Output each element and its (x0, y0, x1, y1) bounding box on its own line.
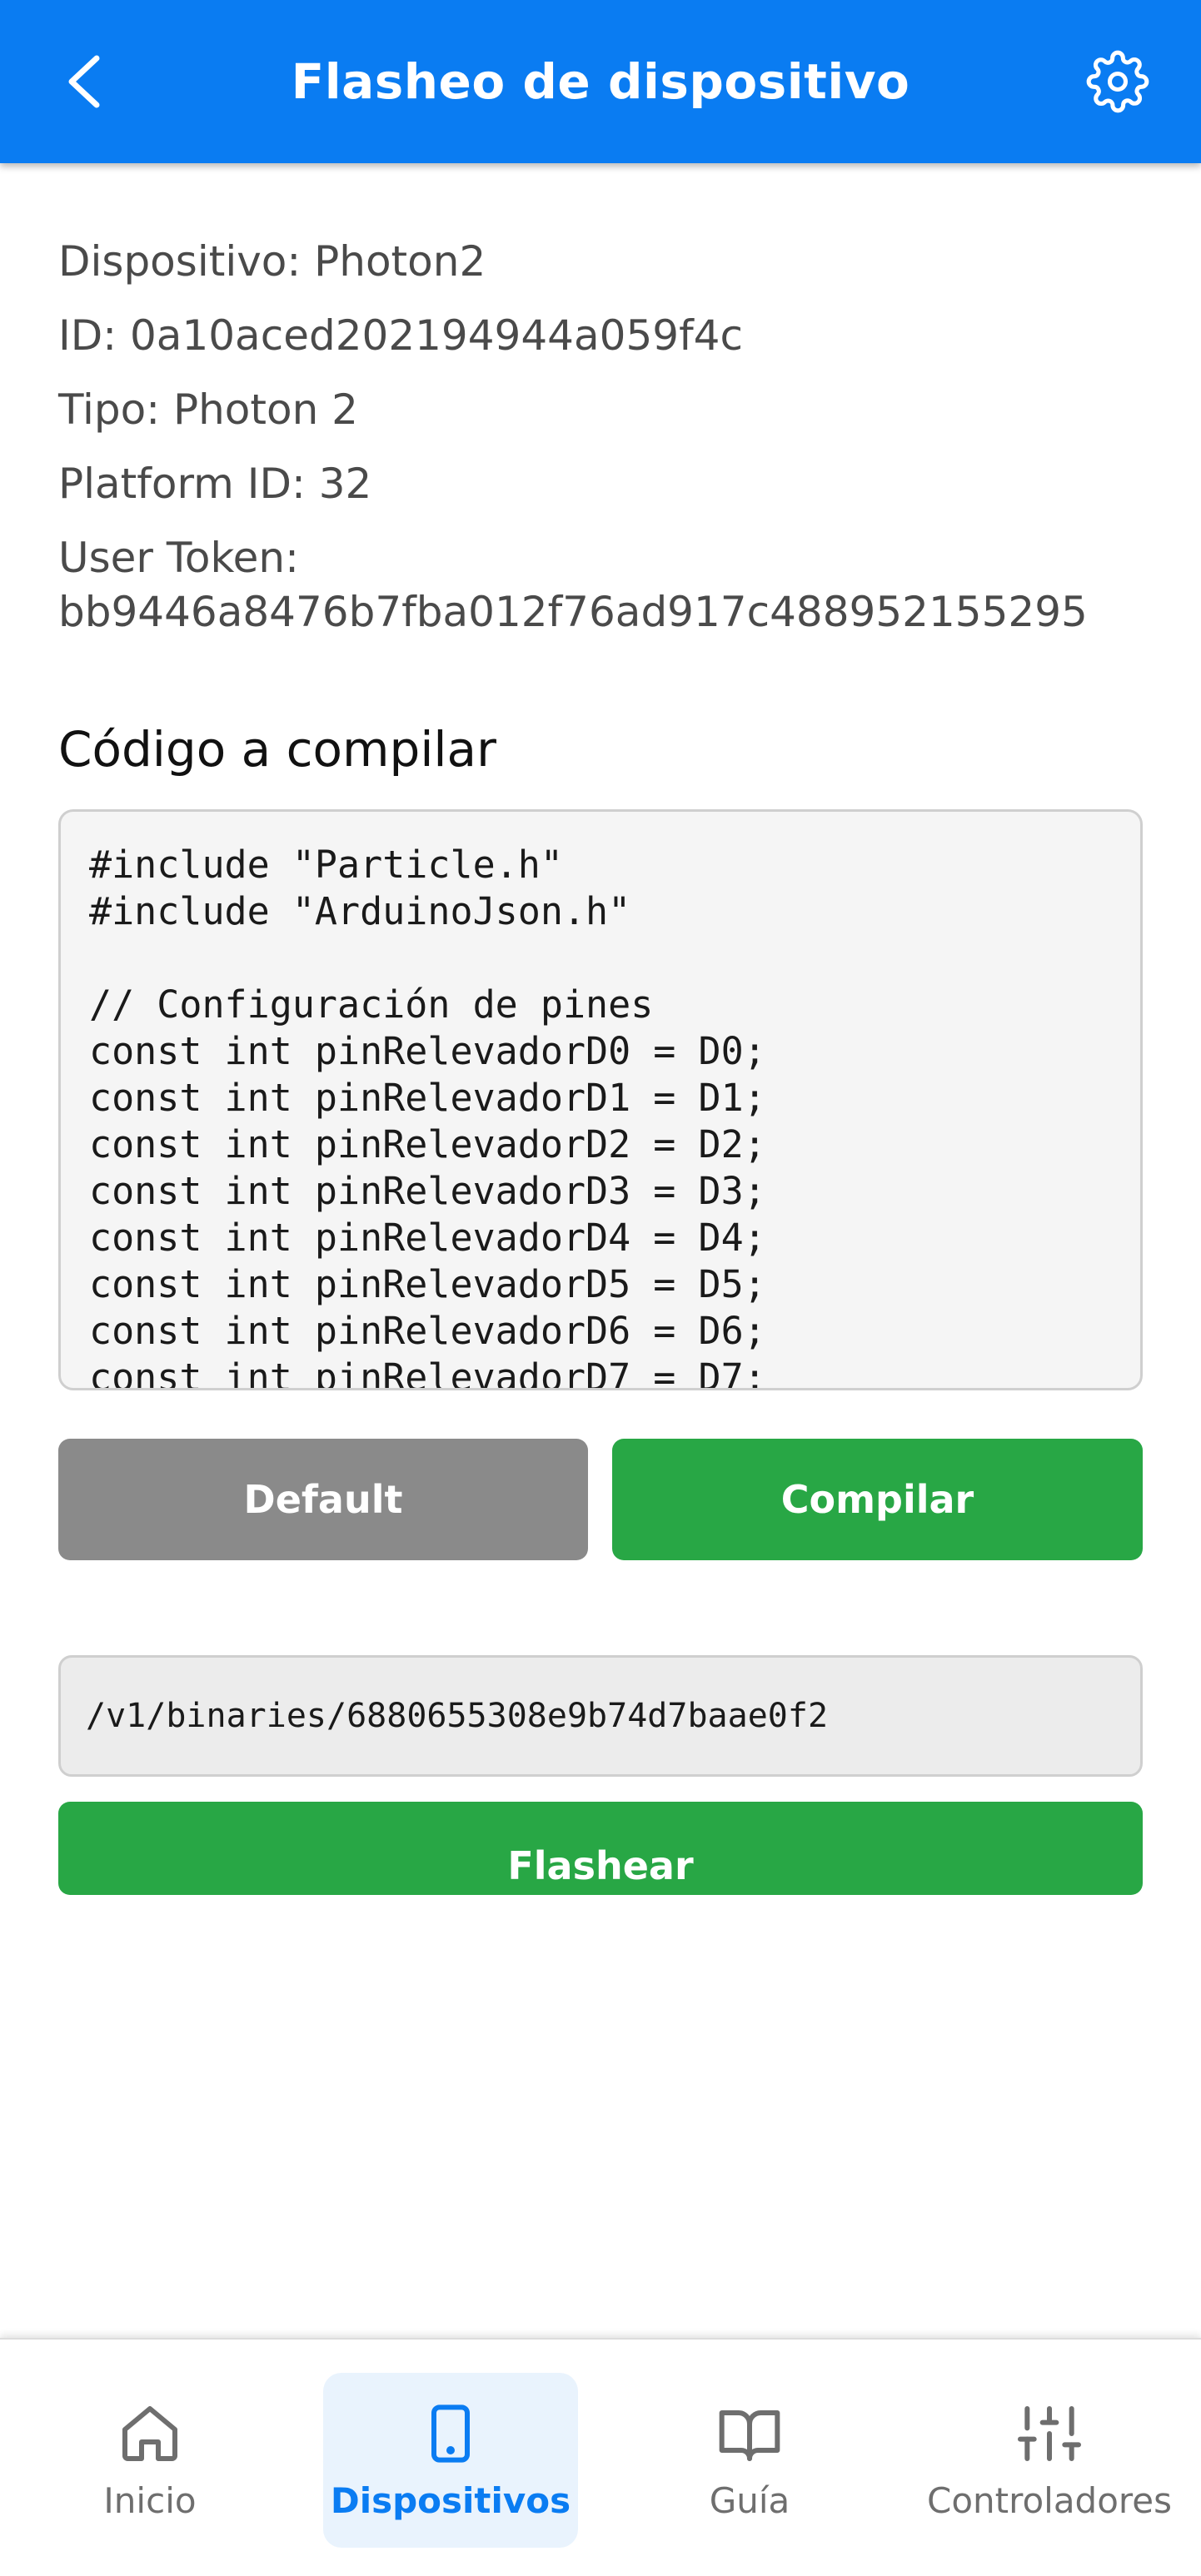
nav-item-guia[interactable]: Guía (666, 2373, 833, 2548)
gear-icon[interactable] (1086, 50, 1149, 113)
code-content[interactable]: #include "Particle.h" #include "ArduinoJ… (61, 812, 1140, 1388)
platform-id: Platform ID: 32 (58, 460, 372, 508)
user-token-label: User Token: (58, 534, 299, 582)
bottom-navigation: Inicio Dispositivos Guía Controladores (0, 2338, 1201, 2576)
device-name: Dispositivo: Photon2 (58, 237, 486, 286)
home-icon (117, 2400, 183, 2470)
tablet-icon (417, 2400, 484, 2470)
nav-item-inicio[interactable]: Inicio (67, 2373, 233, 2548)
code-section-title: Código a compilar (58, 721, 496, 778)
user-token-value: bb9446a8476b7fba012f76ad917c488952155295 (58, 588, 1088, 636)
default-button[interactable]: Default (58, 1439, 588, 1560)
nav-label-controladores: Controladores (927, 2479, 1172, 2521)
book-icon (716, 2400, 783, 2470)
compile-button[interactable]: Compilar (612, 1439, 1143, 1560)
device-info: Dispositivo: Photon2 ID: 0a10aced2021949… (58, 225, 1141, 639)
nav-label-inicio: Inicio (103, 2479, 197, 2521)
nav-label-guia: Guía (709, 2479, 790, 2521)
device-id: ID: 0a10aced202194944a059f4c (58, 311, 743, 360)
flash-button[interactable]: Flashear (58, 1802, 1143, 1895)
sliders-icon (1016, 2400, 1083, 2470)
binary-path-value: /v1/binaries/6880655308e9b74d7baae0f2 (86, 1697, 829, 1735)
nav-label-dispositivos: Dispositivos (330, 2479, 571, 2521)
code-editor[interactable]: #include "Particle.h" #include "ArduinoJ… (58, 809, 1143, 1390)
nav-item-controladores[interactable]: Controladores (924, 2373, 1174, 2548)
chevron-left-icon[interactable] (62, 52, 108, 112)
device-type: Tipo: Photon 2 (58, 385, 358, 434)
top-app-bar: Flasheo de dispositivo (0, 0, 1201, 163)
binary-path-field[interactable]: /v1/binaries/6880655308e9b74d7baae0f2 (58, 1655, 1143, 1777)
nav-item-dispositivos[interactable]: Dispositivos (323, 2373, 578, 2548)
page-title: Flasheo de dispositivo (291, 53, 910, 110)
